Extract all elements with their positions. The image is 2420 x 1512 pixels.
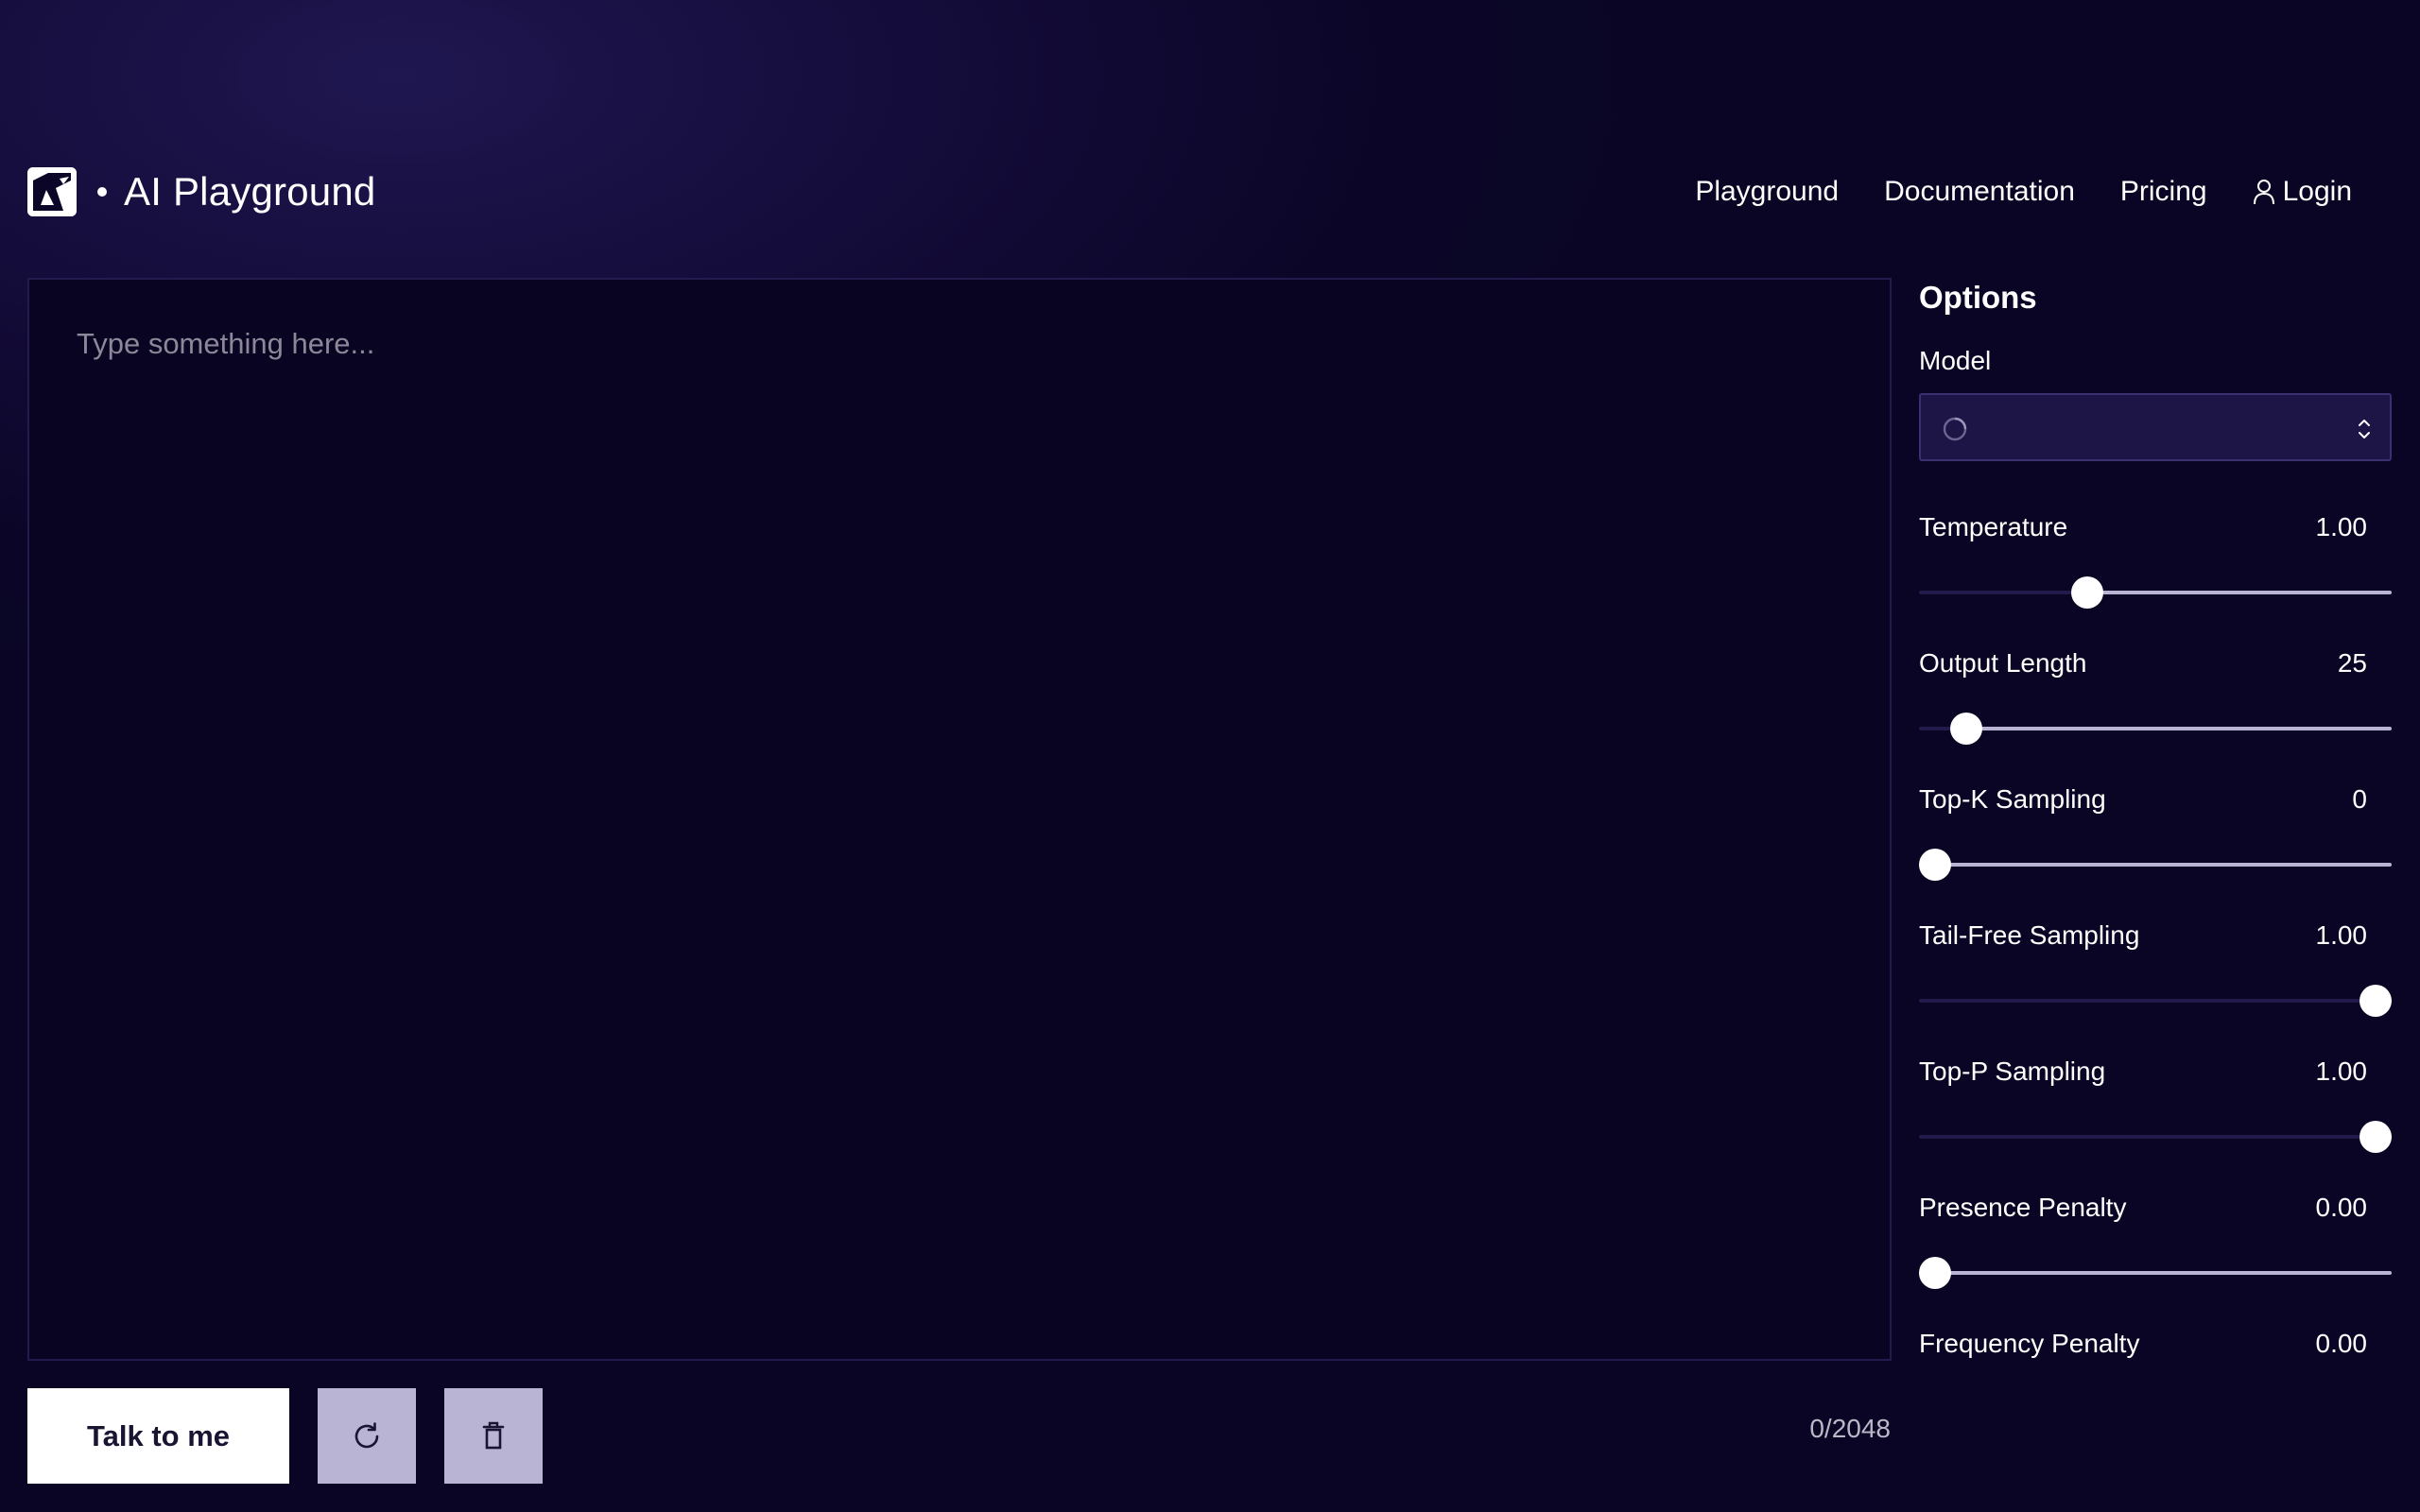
options-title: Options [1919, 280, 2037, 315]
slider-top-k: Top-K Sampling 0 [1919, 782, 2392, 886]
nav-login[interactable]: Login [2253, 176, 2352, 208]
slider-label: Presence Penalty [1919, 1193, 2127, 1222]
clear-button[interactable] [444, 1388, 543, 1484]
loading-spinner-icon [1943, 417, 1967, 441]
model-label: Model [1919, 346, 1992, 375]
nav-playground[interactable]: Playground [1695, 176, 1839, 208]
slider-track[interactable] [1919, 1257, 2392, 1289]
top-nav: Playground Documentation Pricing Login [1695, 168, 2352, 215]
slider-thumb[interactable] [1949, 713, 1982, 745]
slider-fill [1935, 1271, 2392, 1275]
user-icon [2253, 180, 2274, 205]
trash-icon [482, 1421, 505, 1449]
slider-frequency-penalty: Frequency Penalty 0.00 [1919, 1327, 2392, 1374]
slider-thumb[interactable] [1919, 1257, 1951, 1289]
nav-pricing[interactable]: Pricing [2120, 176, 2207, 208]
slider-label: Output Length [1919, 648, 2087, 678]
logo-icon [27, 167, 77, 216]
slider-value: 1.00 [2315, 1057, 2368, 1086]
slider-track[interactable] [1919, 985, 2392, 1017]
slider-value: 0.00 [2315, 1329, 2368, 1358]
slider-track[interactable] [1919, 1121, 2392, 1153]
talk-to-me-button[interactable]: Talk to me [27, 1388, 289, 1484]
slider-thumb[interactable] [2070, 576, 2103, 609]
slider-label: Temperature [1919, 512, 2068, 541]
slider-fill [1965, 727, 2392, 730]
slider-value: 1.00 [2315, 512, 2368, 541]
slider-track[interactable] [1919, 576, 2392, 609]
slider-presence-penalty: Presence Penalty 0.00 [1919, 1191, 2392, 1295]
character-count: 0/2048 [1809, 1414, 1891, 1443]
slider-output-length: Output Length 25 [1919, 646, 2392, 750]
app-title: AI Playground [124, 169, 376, 214]
slider-label: Top-K Sampling [1919, 784, 2106, 814]
header: AI Playground Playground Documentation P… [0, 0, 2420, 274]
slider-thumb[interactable] [1919, 849, 1951, 881]
slider-value: 1.00 [2315, 920, 2368, 950]
nav-documentation[interactable]: Documentation [1884, 176, 2075, 208]
slider-value: 0 [2352, 784, 2367, 814]
slider-thumb[interactable] [2360, 985, 2392, 1017]
brand-dot [97, 187, 107, 197]
slider-fill [2086, 591, 2392, 594]
nav-login-label: Login [2282, 176, 2352, 207]
slider-label: Frequency Penalty [1919, 1329, 2140, 1358]
slider-tail-free: Tail-Free Sampling 1.00 [1919, 919, 2392, 1022]
slider-fill [1935, 863, 2392, 867]
prompt-input[interactable] [29, 280, 1890, 1359]
brand[interactable]: AI Playground [27, 166, 375, 217]
slider-label: Top-P Sampling [1919, 1057, 2106, 1086]
slider-top-p: Top-P Sampling 1.00 [1919, 1055, 2392, 1159]
slider-track[interactable] [1919, 713, 2392, 745]
slider-thumb[interactable] [2360, 1121, 2392, 1153]
slider-value: 25 [2337, 648, 2367, 678]
chevron-updown-icon [2359, 420, 2370, 438]
regenerate-button[interactable] [318, 1388, 416, 1484]
slider-temperature: Temperature 1.00 [1919, 510, 2392, 614]
action-bar: Talk to me [27, 1388, 543, 1484]
slider-label: Tail-Free Sampling [1919, 920, 2140, 950]
options-panel: Options Model Temperature 1.00 Output Le… [1919, 278, 2392, 1374]
refresh-icon [354, 1421, 379, 1448]
prompt-editor [27, 278, 1892, 1361]
model-select[interactable] [1919, 393, 2392, 461]
slider-track[interactable] [1919, 849, 2392, 881]
slider-value: 0.00 [2315, 1193, 2368, 1222]
